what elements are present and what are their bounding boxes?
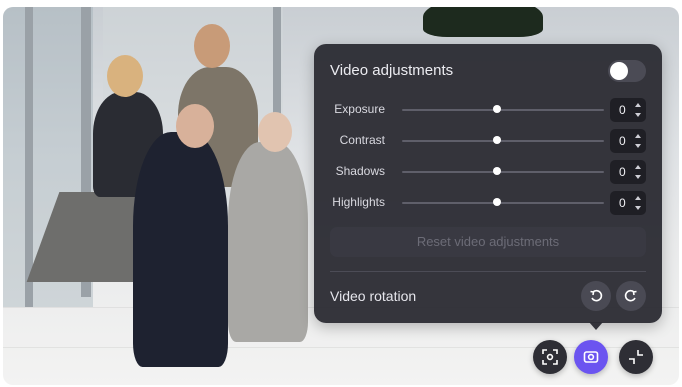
minimize-icon [629, 350, 643, 364]
slider-row-shadows: Shadows 0 [314, 160, 662, 184]
highlights-slider-track[interactable] [402, 202, 604, 204]
camera-adjustments-button[interactable] [574, 340, 608, 374]
slider-label: Contrast [339, 133, 385, 147]
rotation-label: Video rotation [330, 288, 417, 304]
slider-row-highlights: Highlights 0 [314, 191, 662, 215]
slider-label: Exposure [334, 102, 385, 116]
adjustments-toggle[interactable] [608, 60, 646, 82]
rotate-right-button[interactable] [616, 281, 646, 311]
shadows-slider-track[interactable] [402, 171, 604, 173]
reset-adjustments-button[interactable]: Reset video adjustments [330, 227, 646, 257]
increment-icon[interactable] [635, 103, 641, 107]
stepper-arrows [634, 101, 642, 119]
shadows-stepper[interactable]: 0 [610, 160, 646, 184]
toggle-knob [610, 62, 628, 80]
increment-icon[interactable] [635, 165, 641, 169]
rotate-left-icon [590, 289, 603, 302]
contrast-slider-track[interactable] [402, 140, 604, 142]
slider-label: Shadows [335, 164, 385, 178]
contrast-stepper[interactable]: 0 [610, 129, 646, 153]
exposure-slider-thumb[interactable] [493, 105, 501, 113]
slider-label: Highlights [332, 195, 385, 209]
video-frame: Video adjustments Exposure 0 Contrast 0 [3, 7, 679, 385]
exposure-slider-track[interactable] [402, 109, 604, 111]
panel-caret [589, 322, 603, 330]
stepper-arrows [634, 163, 642, 181]
focus-button[interactable] [533, 340, 567, 374]
decrement-icon[interactable] [635, 206, 641, 210]
stepper-arrows [634, 132, 642, 150]
shadows-slider-thumb[interactable] [493, 167, 501, 175]
contrast-slider-thumb[interactable] [493, 136, 501, 144]
slider-row-exposure: Exposure 0 [314, 98, 662, 122]
highlights-stepper[interactable]: 0 [610, 191, 646, 215]
increment-icon[interactable] [635, 196, 641, 200]
stepper-value: 0 [619, 196, 626, 210]
highlights-slider-thumb[interactable] [493, 198, 501, 206]
exposure-stepper[interactable]: 0 [610, 98, 646, 122]
stepper-value: 0 [619, 165, 626, 179]
rotate-right-icon [624, 289, 637, 302]
slider-row-contrast: Contrast 0 [314, 129, 662, 153]
stepper-arrows [634, 194, 642, 212]
decrement-icon[interactable] [635, 175, 641, 179]
panel-title: Video adjustments [330, 62, 454, 79]
camera-icon [583, 351, 599, 363]
increment-icon[interactable] [635, 134, 641, 138]
stepper-value: 0 [619, 103, 626, 117]
video-adjustments-panel: Video adjustments Exposure 0 Contrast 0 [314, 44, 662, 323]
minimize-button[interactable] [619, 340, 653, 374]
decrement-icon[interactable] [635, 144, 641, 148]
panel-divider [330, 271, 646, 272]
decrement-icon[interactable] [635, 113, 641, 117]
stepper-value: 0 [619, 134, 626, 148]
rotate-left-button[interactable] [581, 281, 611, 311]
focus-frame-icon [542, 349, 558, 365]
